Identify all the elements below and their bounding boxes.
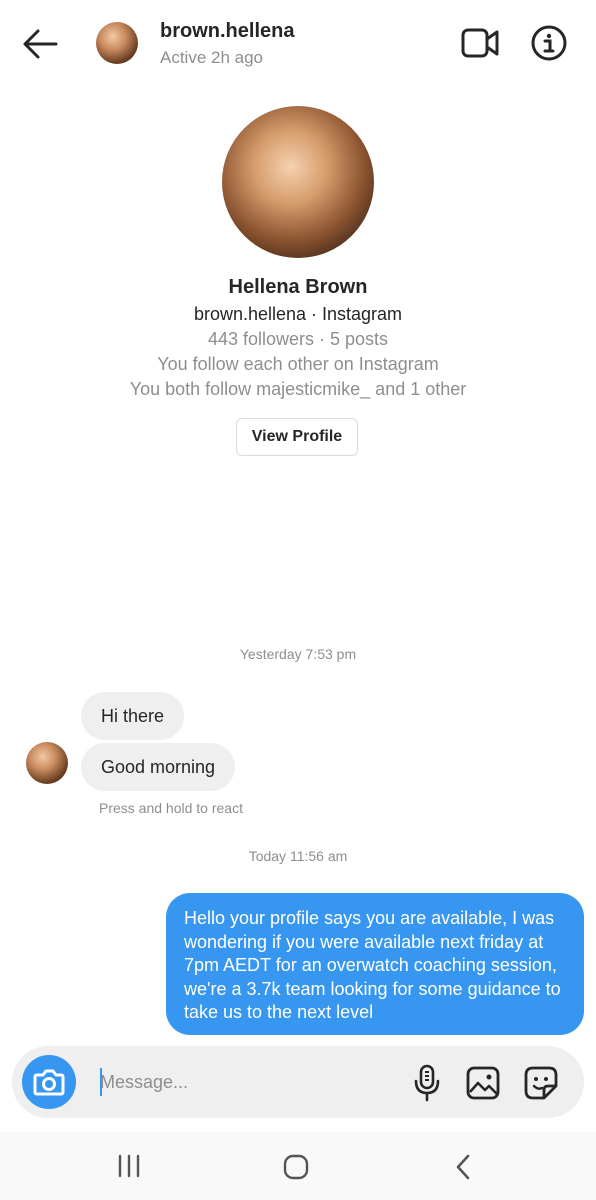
mutual-follow-text: You follow each other on Instagram xyxy=(157,354,439,374)
nav-back-icon[interactable] xyxy=(452,1154,474,1180)
sender-avatar[interactable] xyxy=(26,742,68,784)
recent-apps-icon[interactable] xyxy=(115,1154,143,1178)
profile-stats: 443 followers · 5 posts xyxy=(207,329,389,349)
home-icon[interactable] xyxy=(282,1154,310,1180)
timestamp: Today 11:56 am xyxy=(248,848,348,864)
header-avatar[interactable] xyxy=(96,22,138,64)
view-profile-button[interactable]: View Profile xyxy=(236,418,358,456)
react-hint: Press and hold to react xyxy=(99,800,243,816)
message-input[interactable] xyxy=(90,1066,400,1098)
profile-display-name: Hellena Brown xyxy=(228,276,368,298)
incoming-message[interactable]: Good morning xyxy=(81,743,236,791)
message-composer xyxy=(12,1046,584,1118)
chat-header: brown.hellena Active 2h ago xyxy=(0,0,596,90)
system-navigation-bar xyxy=(0,1132,596,1200)
microphone-icon[interactable] xyxy=(412,1064,442,1102)
outgoing-message[interactable]: Hello your profile says you are availabl… xyxy=(166,893,584,1035)
sticker-icon[interactable] xyxy=(524,1066,558,1100)
incoming-message[interactable]: Hi there xyxy=(81,692,185,740)
info-icon[interactable] xyxy=(530,24,568,62)
mutual-followers-text: You both follow majesticmike_ and 1 othe… xyxy=(129,379,467,399)
camera-icon[interactable] xyxy=(22,1055,76,1109)
profile-avatar[interactable] xyxy=(222,106,374,258)
profile-handle: brown.hellena · Instagram xyxy=(193,304,403,324)
back-arrow-icon[interactable] xyxy=(20,24,60,64)
header-username[interactable]: brown.hellena xyxy=(160,20,294,43)
video-camera-icon[interactable] xyxy=(460,26,500,60)
timestamp: Yesterday 7:53 pm xyxy=(239,646,357,662)
text-cursor xyxy=(100,1068,102,1096)
active-status: Active 2h ago xyxy=(160,48,264,67)
gallery-icon[interactable] xyxy=(466,1066,500,1100)
